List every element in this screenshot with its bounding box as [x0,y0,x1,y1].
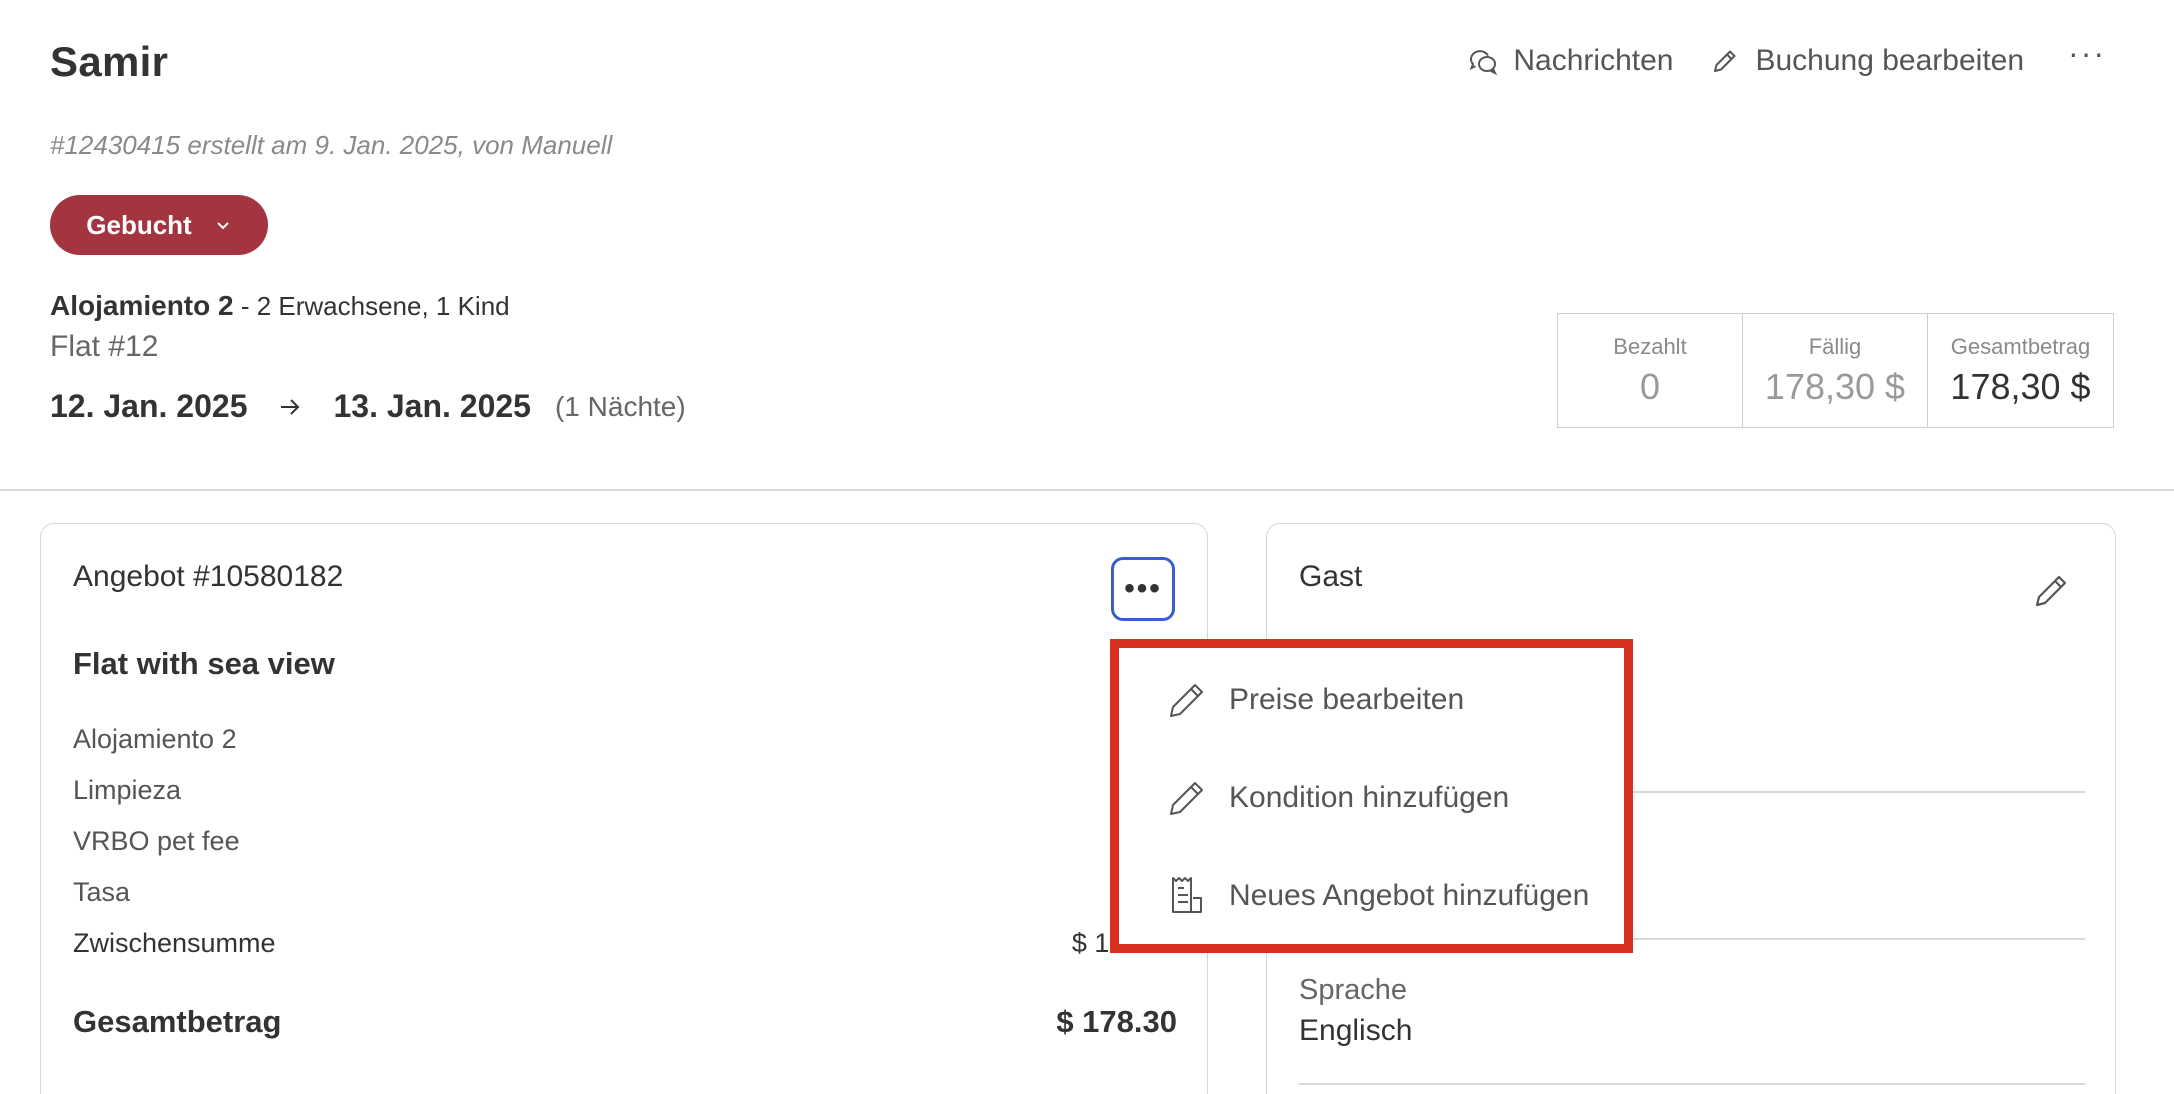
line-items: Alojamiento 2 $ 1 Limpieza $ VRBO pet fe… [73,724,1177,979]
more-options-button[interactable]: ··· [2060,37,2114,69]
unit-line: Alojamiento 2 - 2 Erwachsene, 1 Kind [50,290,510,322]
language-value: Englisch [1299,1014,1413,1047]
line-item-label: Limpieza [73,775,182,805]
total-label: Gesamtbetrag [1950,333,2091,359]
unit-name: Alojamiento 2 [50,290,234,321]
subtotal-row: Zwischensumme $ 178.30 [73,928,1177,979]
line-item: VRBO pet fee $ [73,826,1177,877]
pencil-icon [1170,782,1203,815]
guest-name: Samir [50,38,169,85]
pencil-icon [1170,684,1203,717]
checkin-date: 12. Jan. 2025 [50,388,248,424]
line-item-label: Alojamiento 2 [73,724,237,754]
receipt-icon [1172,877,1202,913]
messages-label: Nachrichten [1513,44,1674,77]
line-item-label: Tasa [73,877,131,907]
paid-cell: Bezahlt 0 [1558,314,1743,427]
line-item: Alojamiento 2 $ 1 [73,724,1177,775]
pencil-icon[interactable] [2029,568,2073,612]
stay-dates: 12. Jan. 2025 13. Jan. 2025 (1 Nächte) [50,388,686,425]
menu-item-add-condition[interactable]: Kondition hinzufügen [1165,776,1509,820]
messages-button[interactable]: Nachrichten [1467,44,1673,78]
offer-card: Angebot #10580182 ••• Flat with sea view… [40,523,1208,1094]
paid-value: 0 [1639,365,1661,407]
line-item-label: VRBO pet fee [73,826,240,856]
paid-label: Bezahlt [1613,333,1687,359]
menu-item-label: Preise bearbeiten [1229,683,1465,716]
menu-item-edit-prices[interactable]: Preise bearbeiten [1165,678,1464,722]
checkout-date: 13. Jan. 2025 [333,388,531,424]
unit-guests: - 2 Erwachsene, 1 Kind [233,291,510,321]
offer-total-value: $ 178.30 [1056,1004,1177,1039]
edit-booking-button[interactable]: Buchung bearbeiten [1709,44,2024,78]
offer-actions-menu: Preise bearbeiten Kondition hinzufügen N… [1110,639,1633,953]
menu-item-add-offer[interactable]: Neues Angebot hinzufügen [1165,874,1589,918]
due-label: Fällig [1808,333,1862,359]
language-label: Sprache [1299,974,1408,1006]
due-value: 178,30 $ [1764,365,1906,407]
nights-count: (1 Nächte) [554,390,686,422]
due-cell: Fällig 178,30 $ [1743,314,1928,427]
section-divider [0,489,2174,491]
offer-total-label: Gesamtbetrag [73,1004,282,1039]
edit-booking-label: Buchung bearbeiten [1755,44,2025,77]
arrow-right-icon [281,398,300,415]
flat-name: Flat #12 [50,330,159,363]
menu-item-label: Neues Angebot hinzufügen [1229,879,1590,912]
status-dropdown-button[interactable]: Gebucht [50,195,268,255]
total-cell: Gesamtbetrag 178,30 $ [1928,314,2113,427]
offer-title: Angebot #10580182 [73,560,344,593]
line-item: Limpieza $ [73,775,1177,826]
offer-total-row: Gesamtbetrag $ 178.30 [73,1004,1177,1040]
menu-item-label: Kondition hinzufügen [1229,781,1510,814]
chat-icon [1470,50,1498,76]
line-item: Tasa [73,877,1177,928]
subtotal-label: Zwischensumme [73,928,276,958]
chevron-down-icon [217,222,229,230]
status-label: Gebucht [86,209,192,240]
total-value: 178,30 $ [1950,365,2091,407]
guest-card-title: Gast [1299,560,1363,593]
header-actions: Nachrichten Buchung bearbeiten ··· [1467,37,2114,78]
guest-separator [1299,1083,2085,1085]
offer-more-button[interactable]: ••• [1111,557,1175,621]
payment-summary: Bezahlt 0 Fällig 178,30 $ Gesamtbetrag 1… [1557,313,2114,428]
pencil-icon [1714,50,1736,72]
booking-meta: #12430415 erstellt am 9. Jan. 2025, von … [50,130,613,160]
offer-subtitle: Flat with sea view [73,646,335,681]
